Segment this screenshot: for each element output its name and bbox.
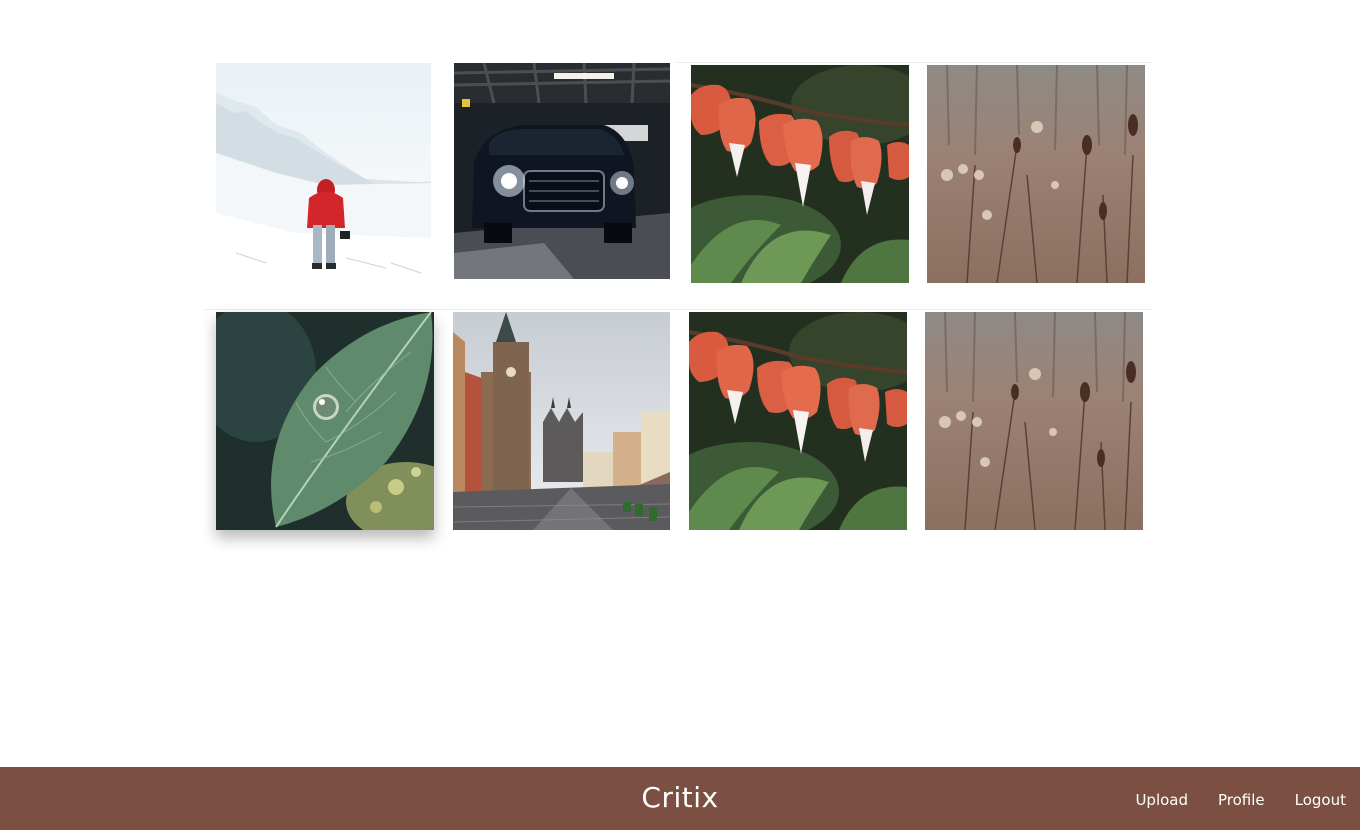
page: Critix Upload Profile Logout xyxy=(0,0,1360,830)
photo-card-2[interactable] xyxy=(454,63,670,279)
bleeding-heart-flowers-image xyxy=(689,312,907,530)
prague-old-town-image xyxy=(453,312,670,530)
photo-card-6[interactable] xyxy=(453,312,670,530)
photo-card-4[interactable] xyxy=(927,65,1145,283)
upload-link[interactable]: Upload xyxy=(1135,791,1188,809)
profile-link[interactable]: Profile xyxy=(1218,791,1265,809)
row-divider xyxy=(676,62,1152,63)
teasel-field-image xyxy=(925,312,1143,530)
photo-card-5[interactable] xyxy=(216,312,434,530)
photo-card-7[interactable] xyxy=(689,312,907,530)
footer-bar: Critix Upload Profile Logout xyxy=(0,767,1360,830)
water-drop-leaf-image xyxy=(216,312,434,530)
photo-card-1[interactable] xyxy=(216,63,431,279)
photo-card-3[interactable] xyxy=(691,65,909,283)
row-divider xyxy=(204,309,1152,310)
photo-gallery xyxy=(0,0,1360,760)
teasel-field-image xyxy=(927,65,1145,283)
footer-nav: Upload Profile Logout xyxy=(1135,791,1346,809)
hiker-in-snow-image xyxy=(216,63,431,279)
photo-card-8[interactable] xyxy=(925,312,1143,530)
car-headlights-image xyxy=(454,63,670,279)
logout-link[interactable]: Logout xyxy=(1295,791,1346,809)
bleeding-heart-flowers-image xyxy=(691,65,909,283)
